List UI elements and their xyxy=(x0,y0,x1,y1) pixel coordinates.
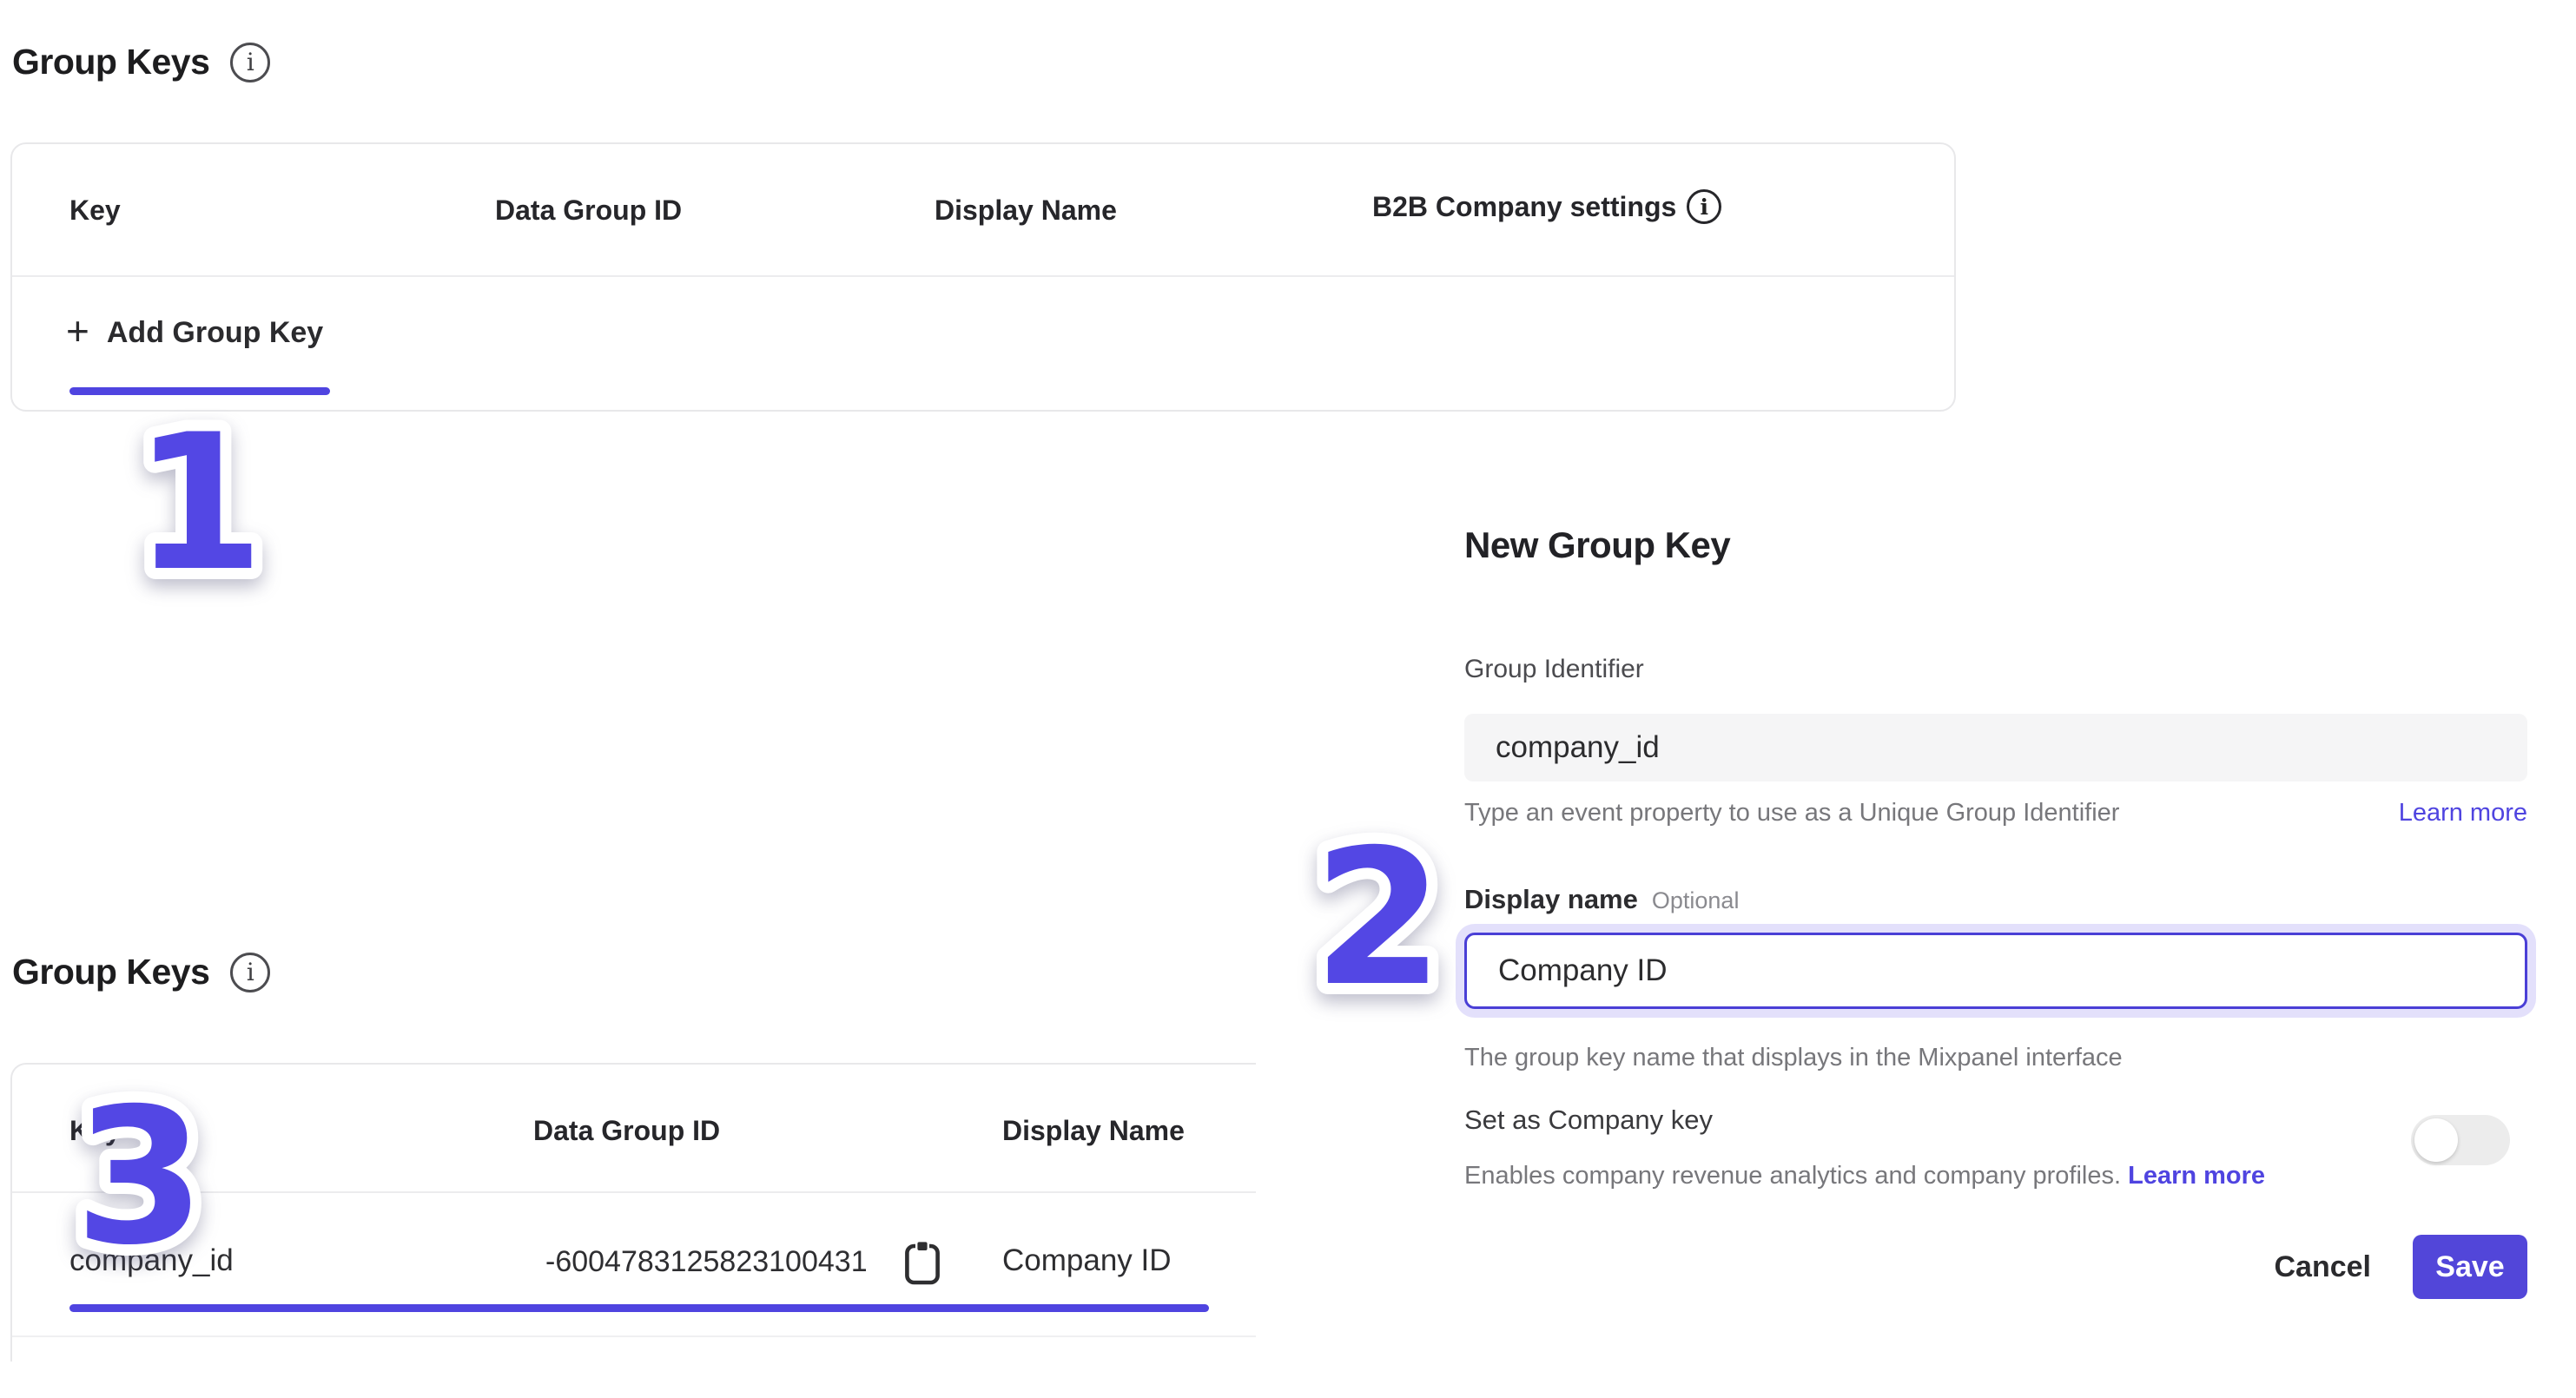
add-group-key-button[interactable]: + Add Group Key xyxy=(66,314,323,351)
group-keys-table-top: Key Data Group ID Display Name B2B Compa… xyxy=(10,142,1956,412)
company-key-toggle[interactable] xyxy=(2411,1115,2510,1165)
column-header-display-name: Display Name xyxy=(1002,1115,1185,1147)
page-title: Group Keys xyxy=(12,952,209,992)
group-identifier-learn-more-link[interactable]: Learn more xyxy=(2399,799,2527,828)
group-identifier-helper: Type an event property to use as a Uniqu… xyxy=(1464,799,2119,828)
group-keys-heading-bottom: Group Keys i xyxy=(12,952,270,992)
svg-text:2: 2 xyxy=(1313,809,1443,1023)
info-icon[interactable]: i xyxy=(230,43,270,82)
info-icon[interactable]: i xyxy=(1687,189,1721,224)
info-icon[interactable]: i xyxy=(230,953,270,992)
company-key-label: Set as Company key xyxy=(1464,1105,1713,1136)
dialog-title: New Group Key xyxy=(1464,524,1730,566)
display-name-cell: Company ID xyxy=(1002,1243,1172,1278)
column-header-data-group-id: Data Group ID xyxy=(495,195,682,227)
add-group-key-label: Add Group Key xyxy=(107,316,323,350)
display-name-label: Display name Optional xyxy=(1464,884,1739,915)
new-group-key-dialog: New Group Key Group Identifier Type an e… xyxy=(1464,512,2527,1329)
display-name-helper: The group key name that displays in the … xyxy=(1464,1044,2123,1072)
step-2-badge: 2 xyxy=(1270,806,1487,1023)
toggle-knob xyxy=(2414,1118,2458,1162)
group-identifier-input[interactable] xyxy=(1464,714,2527,781)
cancel-button[interactable]: Cancel xyxy=(2275,1250,2372,1284)
step-3-badge: 3 xyxy=(31,1065,248,1282)
table-header-divider xyxy=(12,275,1954,277)
column-header-key: Key xyxy=(69,195,121,227)
company-key-learn-more-link[interactable]: Learn more xyxy=(2128,1162,2265,1190)
group-keys-heading-top: Group Keys i xyxy=(12,42,270,82)
column-header-display-name: Display Name xyxy=(935,195,1117,227)
page-title: Group Keys xyxy=(12,42,209,82)
row-divider xyxy=(12,1335,1256,1337)
data-group-id-cell: -6004783125823100431 xyxy=(545,1245,868,1279)
step3-highlight-underline xyxy=(69,1304,1209,1312)
svg-text:3: 3 xyxy=(75,1068,205,1282)
company-key-helper: Enables company revenue analytics and co… xyxy=(1464,1162,2265,1190)
group-identifier-label: Group Identifier xyxy=(1464,655,1644,684)
column-header-data-group-id: Data Group ID xyxy=(533,1115,720,1147)
display-name-input[interactable] xyxy=(1464,933,2527,1009)
dialog-actions: Cancel Save xyxy=(2275,1235,2528,1299)
save-button[interactable]: Save xyxy=(2413,1235,2527,1299)
optional-hint: Optional xyxy=(1652,887,1740,914)
svg-text:1: 1 xyxy=(134,394,264,608)
column-header-b2b-settings: B2B Company settings i xyxy=(1372,189,1721,224)
copy-icon[interactable] xyxy=(902,1238,943,1287)
plus-icon: + xyxy=(66,311,89,351)
step-1-badge: 1 xyxy=(90,391,307,608)
